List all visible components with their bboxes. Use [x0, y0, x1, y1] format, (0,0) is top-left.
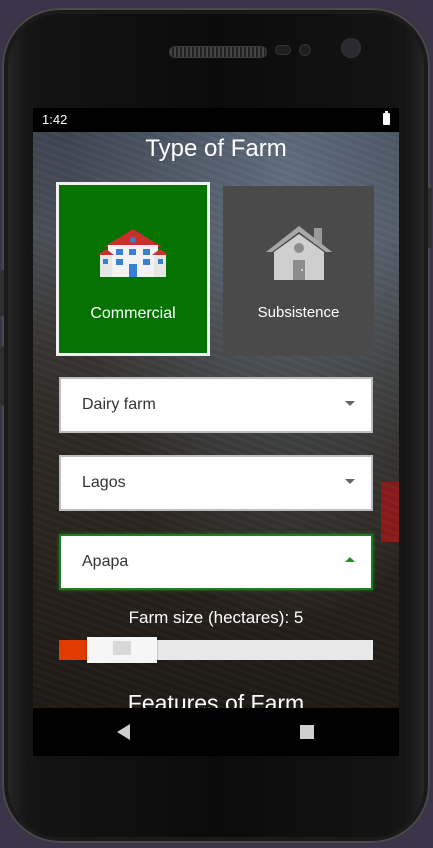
farm-form-screen[interactable]: Type of Farm Commercial Subsistence Dair… [33, 132, 399, 708]
front-sensor [300, 45, 310, 55]
farm-size-slider[interactable] [59, 637, 373, 663]
farm-type-subsistence-label: Subsistence [257, 304, 340, 321]
status-time: 1:42 [42, 112, 68, 127]
recents-square-icon[interactable] [300, 725, 314, 739]
page-title: Type of Farm [145, 135, 287, 162]
state-dropdown[interactable]: Lagos [59, 455, 373, 511]
proximity-sensor [276, 46, 290, 54]
earpiece-speaker [170, 47, 266, 57]
lga-value: Apapa [82, 553, 129, 570]
farm-type-commercial-card[interactable]: Commercial [56, 182, 210, 356]
screen: 1:42 Type of Farm Commercial Subsistence… [33, 108, 399, 756]
status-bar: 1:42 [33, 108, 399, 132]
front-camera [342, 39, 360, 57]
farm-size-label: Farm size (hectares): 5 [128, 608, 304, 627]
chevron-down-icon [345, 401, 355, 406]
commercial-building-icon [98, 227, 168, 284]
lga-dropdown[interactable]: Apapa [59, 534, 373, 590]
farm-type-subsistence-card[interactable]: Subsistence [223, 186, 374, 356]
state-value: Lagos [82, 474, 126, 491]
battery-icon [383, 111, 390, 125]
farm-category-value: Dairy farm [82, 396, 156, 413]
navigation-bar [33, 708, 399, 756]
farm-size-slider-thumb[interactable] [87, 637, 157, 663]
chevron-down-icon [345, 479, 355, 484]
farm-type-commercial-label: Commercial [90, 305, 176, 322]
house-icon [264, 222, 334, 287]
power-button [428, 188, 432, 248]
background-tractor [381, 482, 399, 542]
chevron-up-icon [345, 557, 355, 562]
left-side-button [0, 270, 4, 316]
farm-category-dropdown[interactable]: Dairy farm [59, 377, 373, 433]
left-side-button-2 [0, 346, 4, 406]
features-section-title: Features of Farm [127, 690, 305, 708]
back-triangle-icon[interactable] [117, 724, 130, 740]
